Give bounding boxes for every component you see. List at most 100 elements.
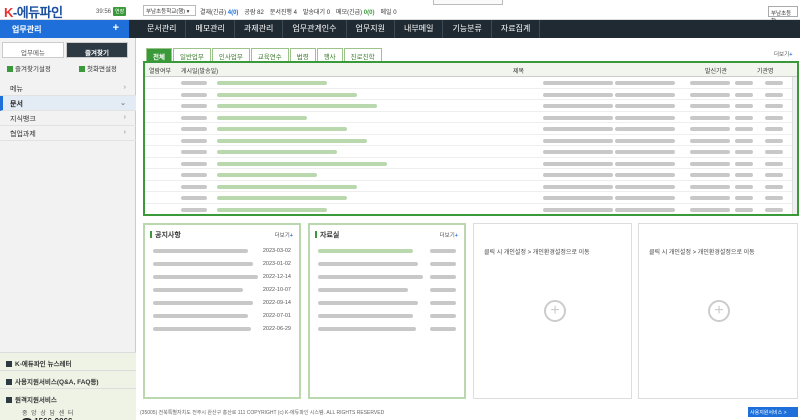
support-icon: [6, 379, 12, 385]
nav-item[interactable]: 기능분류: [443, 20, 492, 38]
table-row[interactable]: [145, 89, 797, 100]
list-item[interactable]: 2022-10-07: [153, 284, 291, 297]
redacted-cell: [615, 138, 675, 143]
list-item[interactable]: [318, 310, 456, 323]
nav-item[interactable]: 메모관리: [186, 20, 235, 38]
counter-item[interactable]: 메일 0: [380, 10, 396, 16]
top-bar: K-에듀파인 39:56 연장 부남초등학교(행) ▾ 결재(긴급) 4(0) 공람…: [0, 0, 800, 25]
column-header[interactable]: 발신기관: [705, 66, 727, 75]
top-search-box[interactable]: [433, 0, 503, 5]
list-item[interactable]: [318, 271, 456, 284]
list-item[interactable]: [318, 258, 456, 271]
tab-work-menu[interactable]: 업무메뉴: [2, 42, 64, 58]
add-widget-icon[interactable]: +: [544, 300, 566, 322]
list-item[interactable]: 2023-03-02: [153, 245, 291, 258]
sidebar-menu-item[interactable]: 협업과제 ›: [0, 126, 136, 141]
support-service-button[interactable]: 사용지원서비스 >: [748, 407, 798, 417]
org-select-value: 부남초등학교(행): [146, 9, 186, 15]
call-center: 중 앙 상 담 센 터 ☎ 1566-0066: [0, 406, 136, 420]
custom-panel-2[interactable]: 클릭 시 개인설정 > 개인환경설정으로 이동 +: [638, 223, 798, 399]
redacted-cell: [735, 161, 753, 166]
add-widget-icon[interactable]: +: [708, 300, 730, 322]
counter-item[interactable]: 결재(긴급) 4(0): [200, 10, 238, 16]
list-item[interactable]: [318, 284, 456, 297]
list-item[interactable]: [318, 323, 456, 336]
board-tab[interactable]: 교육연수: [250, 48, 289, 61]
nav-item[interactable]: 자료집계: [492, 20, 541, 38]
table-row[interactable]: [145, 100, 797, 112]
column-header[interactable]: 게시일(발송일): [181, 66, 218, 75]
board-tab[interactable]: 법령: [289, 48, 316, 61]
redacted-cell: [217, 92, 357, 97]
table-scrollbar[interactable]: [792, 77, 797, 214]
remote-support-link[interactable]: 원격지원서비스: [0, 388, 136, 406]
column-header[interactable]: 제목: [513, 66, 524, 75]
counter-item[interactable]: 메모(긴급) 0(0): [336, 10, 374, 16]
counter-item[interactable]: 문서진행 4: [270, 10, 297, 16]
table-row[interactable]: [145, 135, 797, 146]
list-item[interactable]: 2022-07-01: [153, 310, 291, 323]
archive-title-text: 자료실: [320, 232, 340, 239]
sidebar-menu-item[interactable]: 지식뱅크 ›: [0, 111, 136, 126]
support-service-link[interactable]: 사용지원서비스(Q&A, FAQ등): [0, 370, 136, 388]
sidebar-menu-item[interactable]: 메뉴 ›: [0, 81, 136, 96]
redacted-cell: [690, 104, 730, 108]
redacted-title: [153, 288, 243, 292]
extend-session-button[interactable]: 연장: [113, 7, 127, 16]
table-row[interactable]: [145, 123, 797, 135]
column-header[interactable]: 기관명: [757, 66, 774, 75]
board-tab[interactable]: 전체: [146, 48, 172, 61]
org-select[interactable]: 부남초등학교(행) ▾: [143, 5, 196, 16]
table-row[interactable]: [145, 169, 797, 181]
footer-copyright: (35005) 전북특별자치도 전주시 완산구 홍산로 111 COPYRIGH…: [140, 410, 385, 416]
favorite-settings-button[interactable]: 즐겨찾기설정: [7, 63, 51, 73]
nav-item[interactable]: 업무지원: [347, 20, 395, 38]
archive-more-link[interactable]: 더보기+: [440, 231, 458, 239]
user-menu-button[interactable]: 부남초등학: [768, 6, 798, 25]
board-tab[interactable]: 진로진학: [343, 48, 382, 61]
list-item[interactable]: 2022-12-14: [153, 271, 291, 284]
redacted-date: [430, 249, 456, 253]
column-header[interactable]: 열람여부: [149, 66, 171, 75]
nav-item[interactable]: 업무관계인수: [283, 20, 347, 38]
redacted-cell: [735, 196, 753, 200]
counter-item[interactable]: 발송대기 0: [303, 10, 330, 16]
redacted-cell: [735, 127, 753, 131]
nav-item[interactable]: 내부메일: [395, 20, 444, 38]
counter-item[interactable]: 공람 82: [244, 10, 263, 16]
table-row[interactable]: [145, 181, 797, 192]
custom-panel-hint: 클릭 시 개인설정 > 개인환경설정으로 이동: [649, 250, 755, 256]
redacted-cell: [543, 207, 613, 212]
list-item[interactable]: [318, 297, 456, 310]
table-row[interactable]: [145, 192, 797, 204]
table-row[interactable]: [145, 204, 797, 215]
app-logo[interactable]: K-에듀파인: [4, 2, 63, 21]
section-title[interactable]: 업무관리 +: [0, 20, 129, 38]
redacted-cell: [765, 138, 783, 143]
list-item[interactable]: 2022-09-14: [153, 297, 291, 310]
tab-favorites[interactable]: 즐겨찾기: [66, 42, 128, 58]
notice-more-link[interactable]: 더보기+: [275, 231, 293, 239]
add-icon[interactable]: +: [113, 22, 119, 34]
nav-item[interactable]: 문서관리: [138, 20, 187, 38]
list-item[interactable]: [318, 245, 456, 258]
table-row[interactable]: [145, 146, 797, 158]
list-item[interactable]: 2023-01-02: [153, 258, 291, 271]
table-row[interactable]: [145, 77, 797, 89]
table-row[interactable]: [145, 112, 797, 123]
redacted-cell: [765, 207, 783, 212]
redacted-date: [430, 301, 456, 305]
table-row[interactable]: [145, 158, 797, 169]
list-item[interactable]: 2022-06-29: [153, 323, 291, 336]
board-tab[interactable]: 행사: [316, 48, 343, 61]
redacted-title: [153, 275, 258, 279]
custom-panel-1[interactable]: 클릭 시 개인설정 > 개인환경설정으로 이동 +: [473, 223, 632, 399]
sidebar-menu-item[interactable]: 문서 ⌄: [0, 96, 136, 111]
plus-icon: +: [289, 233, 293, 239]
newsletter-link[interactable]: K-에듀파인 뉴스레터: [0, 352, 136, 370]
board-tab[interactable]: 인사업무: [211, 48, 250, 61]
board-tab[interactable]: 일반업무: [172, 48, 211, 61]
board-more-link[interactable]: 더보기+: [774, 50, 792, 58]
nav-item[interactable]: 과제관리: [235, 20, 284, 38]
first-screen-settings-button[interactable]: 첫화면설정: [79, 63, 117, 73]
